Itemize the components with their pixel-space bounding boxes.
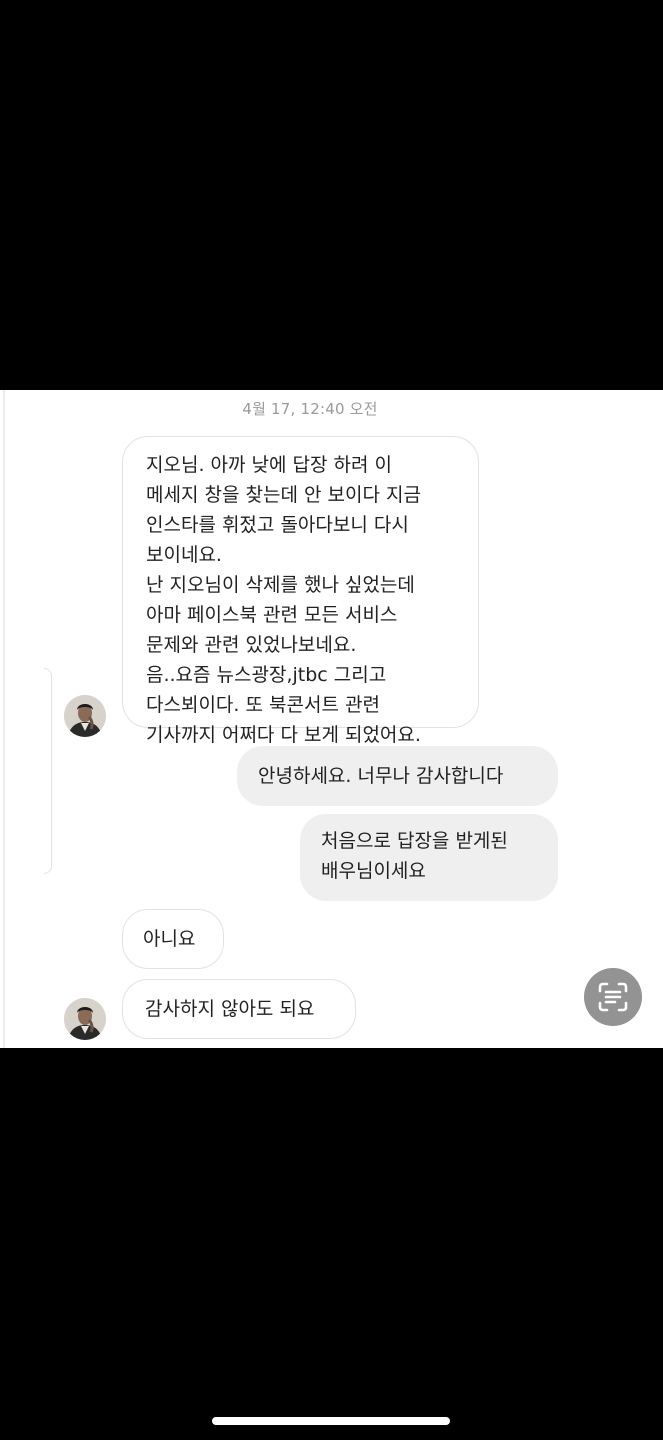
message-line: 감사하지 않아도 되요	[145, 998, 315, 1020]
sender-avatar[interactable]	[64, 998, 106, 1040]
profile-photo-avatar-icon	[64, 695, 106, 737]
message-line: 인스타를 휘젔고 돌아다보니 다시	[146, 514, 409, 536]
live-text-scan-button[interactable]	[584, 968, 642, 1026]
sender-avatar[interactable]	[64, 695, 106, 737]
text-scan-icon	[598, 982, 628, 1012]
message-line: 처음으로 답장을 받게된	[321, 830, 508, 852]
message-line: 다스뵈이다. 또 북콘서트 관련	[146, 694, 380, 716]
outgoing-message-bubble[interactable]: 처음으로 답장을 받게된 배우님이세요	[300, 814, 558, 901]
chat-screenshot: 4월 17, 12:40 오전 지오님. 아까 낮에 답장 하려 이 메세지 창…	[0, 390, 663, 1048]
message-line: 메세지 창을 찾는데 안 보이다 지금	[146, 484, 421, 506]
bottom-black-area	[0, 1048, 663, 1440]
reply-thread-line	[44, 668, 52, 874]
message-timestamp: 4월 17, 12:40 오전	[242, 400, 378, 418]
message-line: 음..요즘 뉴스광장,jtbc 그리고	[146, 664, 387, 686]
message-line: 지오님. 아까 낮에 답장 하려 이	[146, 454, 392, 476]
message-line: 아마 페이스북 관련 모든 서비스	[146, 604, 398, 626]
profile-photo-avatar-icon	[64, 998, 106, 1040]
message-line: 안녕하세요. 너무나 감사합니다	[258, 765, 504, 787]
message-line: 아니요	[143, 928, 196, 950]
message-line: 난 지오님이 삭제를 했나 싶었는데	[146, 574, 415, 596]
outgoing-message-bubble[interactable]: 안녕하세요. 너무나 감사합니다	[237, 746, 558, 806]
incoming-message-bubble[interactable]: 아니요	[122, 909, 224, 969]
incoming-message-bubble[interactable]: 지오님. 아까 낮에 답장 하려 이 메세지 창을 찾는데 안 보이다 지금 인…	[122, 436, 479, 746]
message-line: 배우님이세요	[321, 860, 426, 882]
message-line: 문제와 관련 있었나보네요.	[146, 634, 357, 656]
home-indicator[interactable]	[212, 1417, 450, 1425]
left-edge-line	[3, 390, 5, 1048]
message-line: 보이네요.	[146, 544, 222, 566]
incoming-message-bubble[interactable]: 감사하지 않아도 되요	[122, 979, 356, 1039]
top-black-area	[0, 0, 663, 390]
